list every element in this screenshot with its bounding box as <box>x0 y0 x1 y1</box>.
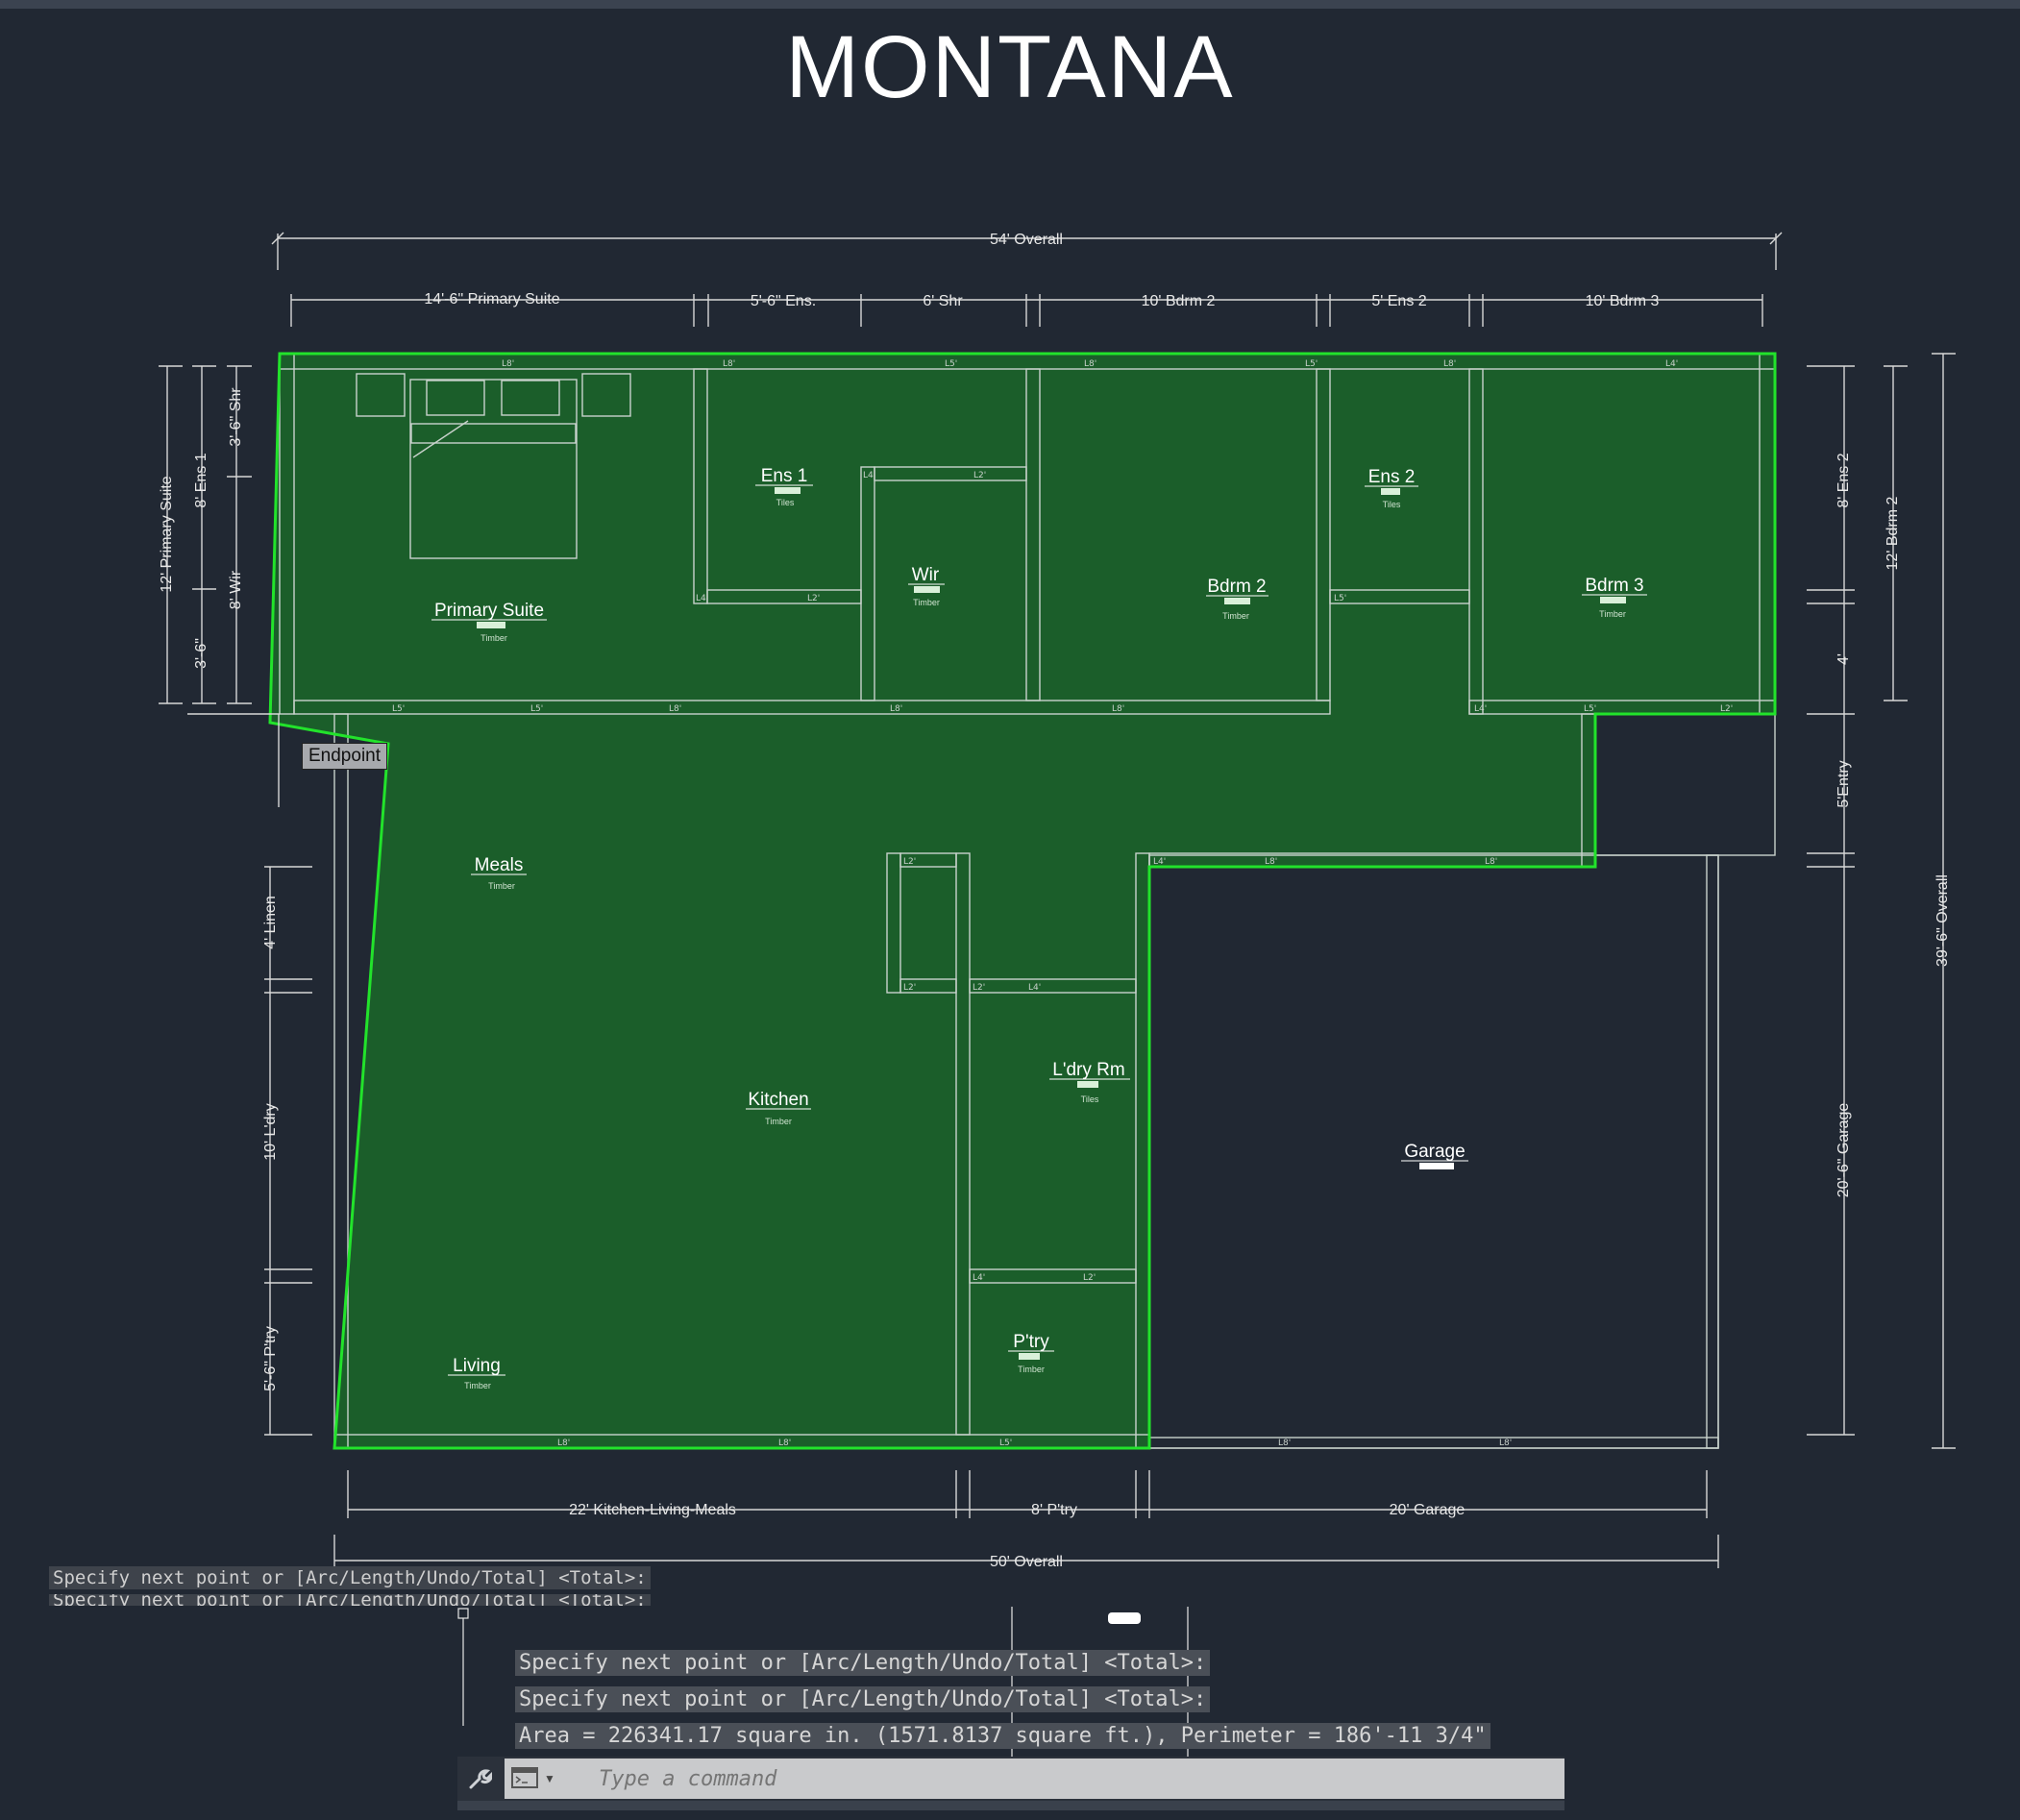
dim-overall-top: 54' Overall <box>990 232 1063 248</box>
dim-top-4: 10' Bdrm 2 <box>1142 293 1216 309</box>
dim-right-1: 8' Ens 2 <box>1835 453 1852 507</box>
svg-text:Timber: Timber <box>1599 609 1626 619</box>
svg-text:L'dry Rm: L'dry Rm <box>1052 1060 1124 1080</box>
svg-text:Timber: Timber <box>913 598 940 607</box>
wall-tag: L8' <box>1278 1439 1291 1448</box>
customize-wrench-icon[interactable] <box>457 1757 502 1801</box>
svg-text:Bdrm 3: Bdrm 3 <box>1585 576 1643 596</box>
wall-tag: L4' <box>1028 983 1041 993</box>
svg-text:Meals: Meals <box>475 855 524 875</box>
command-prompt-icon[interactable] <box>511 1766 540 1789</box>
command-input[interactable] <box>505 1759 1564 1799</box>
area-result-line: Area = 226341.17 square in. (1571.8137 s… <box>515 1723 1490 1749</box>
dim-right-3: 4' <box>1835 653 1852 665</box>
svg-text:P'try: P'try <box>1013 1332 1049 1352</box>
dim-left-5: 8' Wir <box>228 570 244 609</box>
svg-text:Timber: Timber <box>480 633 507 643</box>
svg-text:Ens 1: Ens 1 <box>761 466 808 486</box>
svg-text:Timber: Timber <box>464 1381 491 1390</box>
wall-tag: L5' <box>945 359 957 369</box>
dim-bottom-2: 8' P'try <box>1031 1502 1077 1518</box>
dim-left-1: 12' Primary Suite <box>159 476 175 592</box>
svg-text:Ens 2: Ens 2 <box>1368 467 1416 487</box>
dim-overall-bottom: 50' Overall <box>990 1554 1063 1570</box>
wall-tag: L4' <box>696 594 708 603</box>
wall-tag: L8' <box>723 359 735 369</box>
svg-text:Garage: Garage <box>1404 1142 1465 1162</box>
dim-left-3: 3'-6" <box>193 638 209 669</box>
wall-tag: L5' <box>392 704 405 714</box>
wall-tag: L5' <box>1305 359 1318 369</box>
svg-text:Tiles: Tiles <box>1383 500 1401 509</box>
wall-tag: L8' <box>890 704 902 714</box>
wall-tag: L2' <box>1083 1273 1096 1283</box>
wall-tag: L4' <box>973 1273 985 1283</box>
cursor-marker <box>1108 1612 1141 1624</box>
command-history-line: Specify next point or [Arc/Length/Undo/T… <box>515 1650 1211 1676</box>
wall-tag: L8' <box>1499 1439 1512 1448</box>
svg-text:Wir: Wir <box>912 565 940 585</box>
wall-tag: L2' <box>973 471 986 480</box>
svg-text:Timber: Timber <box>1222 611 1249 621</box>
dim-top-5: 5' Ens 2 <box>1371 293 1426 309</box>
room-garage: Garage <box>1401 1142 1468 1169</box>
dim-top-1: 14'-6" Primary Suite <box>424 291 559 307</box>
svg-text:Timber: Timber <box>1018 1365 1045 1374</box>
chevron-down-icon[interactable]: ▼ <box>544 1772 555 1785</box>
dim-left-7: 10' L'dry <box>262 1103 279 1160</box>
svg-text:Tiles: Tiles <box>776 498 795 507</box>
wall-tag: L2' <box>973 983 985 993</box>
wall-tag: L8' <box>1443 359 1456 369</box>
wall-tag: L8' <box>502 359 514 369</box>
measured-area-fill <box>270 354 1775 1448</box>
wall-tag: L8' <box>1112 704 1124 714</box>
svg-text:Bdrm 2: Bdrm 2 <box>1207 577 1266 597</box>
dim-top-3: 6' Shr <box>923 293 963 309</box>
dim-left-4: 3'-6" Shr <box>228 387 244 447</box>
drawing-canvas[interactable]: L8' L8' L5' L8' L5' L8' L4' L5' L5' L8' … <box>0 0 2020 1820</box>
dim-right-5: 20'-6" Garage <box>1835 1103 1852 1198</box>
dim-top-6: 10' Bdrm 3 <box>1586 293 1660 309</box>
wall-tag: L2' <box>903 983 916 993</box>
dim-bottom-3: 20' Garage <box>1390 1502 1466 1518</box>
wall-tag: L2' <box>807 594 820 603</box>
svg-text:Timber: Timber <box>765 1117 792 1126</box>
command-history-line: Specify next point or [Arc/Length/Undo/T… <box>49 1594 651 1606</box>
dim-right-2: 12' Bdrm 2 <box>1885 496 1901 570</box>
dim-top-2: 5'-6" Ens. <box>751 293 816 309</box>
svg-text:Kitchen: Kitchen <box>748 1090 808 1110</box>
endpoint-snap-tooltip: Endpoint <box>302 743 388 770</box>
wall-tag: L8' <box>1084 359 1096 369</box>
svg-text:Tiles: Tiles <box>1081 1094 1099 1104</box>
dim-bottom-1: 22' Kitchen-Living-Meals <box>569 1502 736 1518</box>
svg-text:Living: Living <box>453 1356 501 1376</box>
command-history-line: Specify next point or [Arc/Length/Undo/T… <box>515 1686 1211 1712</box>
dim-left-8: 5'-6" P'try <box>262 1326 279 1391</box>
wall-tag: L4' <box>863 471 875 480</box>
command-line-footer <box>457 1801 1564 1810</box>
wall-tag: L2' <box>903 857 916 867</box>
wall-tag: L8' <box>669 704 681 714</box>
dim-right-4: 5'Entry <box>1835 760 1852 807</box>
wall-tag: L4' <box>1665 359 1678 369</box>
wall-tag: L5' <box>530 704 543 714</box>
dim-left-2: 8' Ens 1 <box>193 453 209 507</box>
dim-left-6: 4' Linen <box>262 896 279 949</box>
command-history-line: Specify next point or [Arc/Length/Undo/T… <box>49 1566 651 1589</box>
svg-text:Timber: Timber <box>488 881 515 891</box>
svg-text:Primary Suite: Primary Suite <box>434 601 544 621</box>
dim-overall-right: 39'-6" Overall <box>1934 874 1951 967</box>
wall-tag: L5' <box>1334 594 1346 603</box>
wall-tag: L4' <box>1474 704 1487 714</box>
